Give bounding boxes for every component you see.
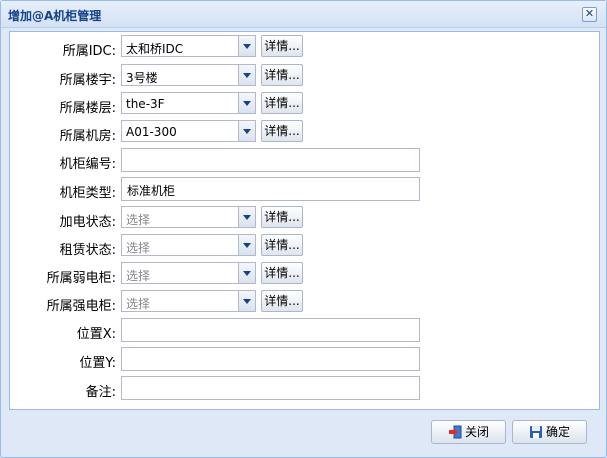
form-row: 位置X:	[10, 318, 599, 342]
details-button[interactable]: 详情...	[261, 35, 303, 57]
form-row: 所属机房: A01-300 详情...	[10, 120, 599, 144]
close-icon[interactable]: ✕	[582, 7, 597, 22]
select-value: 选择	[126, 269, 151, 283]
form-row: 所属楼层: the-3F 详情...	[10, 92, 599, 116]
form-row: 所属IDC: 太和桥IDC 详情...	[10, 35, 599, 59]
details-button[interactable]: 详情...	[261, 92, 303, 114]
select-value: 选择	[126, 241, 151, 255]
exit-door-icon	[449, 425, 462, 439]
chevron-down-icon[interactable]	[238, 263, 255, 283]
select-field[interactable]: 选择	[121, 206, 256, 228]
details-button[interactable]: 详情...	[261, 120, 303, 142]
select-field[interactable]: 选择	[121, 262, 256, 284]
form-row: 机柜类型: 标准机柜	[10, 177, 599, 201]
field-label: 所属IDC:	[62, 44, 116, 59]
close-button[interactable]: 关闭	[431, 420, 506, 444]
text-field[interactable]	[121, 148, 420, 172]
form-row: 所属弱电柜: 选择 详情...	[10, 262, 599, 286]
chevron-down-icon[interactable]	[238, 65, 255, 85]
details-button[interactable]: 详情...	[261, 234, 303, 256]
details-button[interactable]: 详情...	[261, 262, 303, 284]
form-row: 机柜编号:	[10, 148, 599, 172]
details-button[interactable]: 详情...	[261, 64, 303, 86]
field-label: 所属机房:	[59, 129, 116, 144]
field-label: 租赁状态:	[59, 243, 116, 258]
select-value: 3号楼	[126, 71, 158, 85]
confirm-button-label: 确定	[546, 425, 571, 439]
chevron-down-icon[interactable]	[238, 121, 255, 141]
text-field[interactable]: 标准机柜	[121, 177, 420, 201]
select-value: the-3F	[126, 97, 165, 111]
floppy-disk-icon	[530, 426, 542, 438]
text-field[interactable]	[121, 318, 420, 342]
field-label: 机柜类型:	[59, 186, 116, 201]
select-field[interactable]: 太和桥IDC	[121, 35, 256, 57]
select-field[interactable]: 选择	[121, 234, 256, 256]
select-value: 选择	[126, 297, 151, 311]
field-label: 所属楼宇:	[59, 73, 116, 88]
field-label: 所属弱电柜:	[46, 271, 116, 286]
select-value: A01-300	[126, 125, 177, 139]
dialog-title: 增加@A机柜管理	[8, 9, 102, 23]
details-button[interactable]: 详情...	[261, 290, 303, 312]
form-row: 所属楼宇: 3号楼 详情...	[10, 64, 599, 88]
dialog-window: 增加@A机柜管理 ✕ 所属IDC: 太和桥IDC 详情... 所属楼宇: 3号楼 详情..…	[0, 0, 607, 458]
select-field[interactable]: 选择	[121, 290, 256, 312]
chevron-down-icon[interactable]	[238, 36, 255, 56]
form-row: 租赁状态: 选择 详情...	[10, 234, 599, 258]
select-field[interactable]: the-3F	[121, 92, 256, 114]
field-label: 机柜编号:	[59, 157, 116, 172]
form-panel: 所属IDC: 太和桥IDC 详情... 所属楼宇: 3号楼 详情... 所属楼层: the-3…	[9, 31, 600, 410]
chevron-down-icon[interactable]	[238, 235, 255, 255]
chevron-down-icon[interactable]	[238, 93, 255, 113]
form-row: 所属强电柜: 选择 详情...	[10, 290, 599, 314]
dialog-titlebar[interactable]: 增加@A机柜管理 ✕	[1, 1, 606, 28]
form-row: 备注:	[10, 376, 599, 400]
text-field[interactable]	[121, 347, 420, 371]
text-field[interactable]	[121, 376, 420, 400]
select-value: 选择	[126, 213, 151, 227]
dialog-footer: 关闭 确定	[1, 411, 606, 457]
field-label: 所属楼层:	[59, 101, 116, 116]
chevron-down-icon[interactable]	[238, 207, 255, 227]
chevron-down-icon[interactable]	[238, 291, 255, 311]
field-label: 所属强电柜:	[46, 299, 116, 314]
select-field[interactable]: A01-300	[121, 120, 256, 142]
form-row: 加电状态: 选择 详情...	[10, 206, 599, 230]
field-label: 位置X:	[76, 327, 116, 342]
confirm-button[interactable]: 确定	[512, 420, 587, 444]
select-value: 太和桥IDC	[126, 42, 184, 56]
select-field[interactable]: 3号楼	[121, 64, 256, 86]
field-label: 加电状态:	[59, 215, 116, 230]
form-row: 位置Y:	[10, 347, 599, 371]
details-button[interactable]: 详情...	[261, 206, 303, 228]
close-button-label: 关闭	[465, 425, 490, 439]
field-label: 位置Y:	[79, 356, 116, 371]
field-label: 备注:	[85, 385, 116, 400]
